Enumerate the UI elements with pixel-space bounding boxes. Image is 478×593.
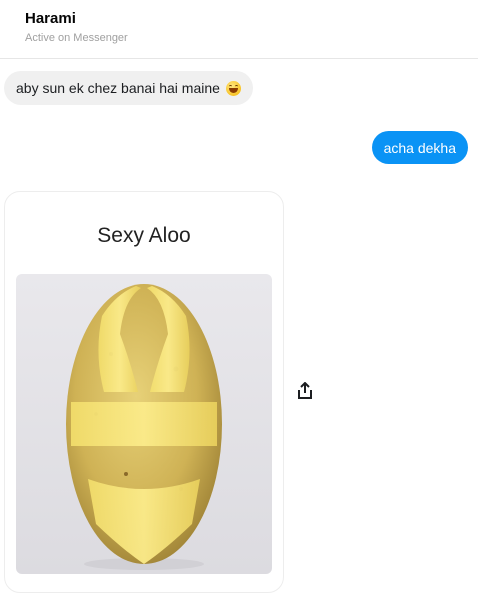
image-caption-title: Sexy Aloo — [97, 224, 191, 247]
conversation-header: Harami Active on Messenger — [0, 0, 478, 59]
contact-status: Active on Messenger — [25, 32, 128, 44]
potato-illustration — [66, 284, 222, 570]
message-text: acha dekha — [383, 139, 456, 156]
outgoing-message-bubble[interactable]: acha dekha — [371, 131, 468, 164]
share-icon — [298, 382, 312, 399]
shared-image-message[interactable]: Sexy Aloo — [4, 191, 284, 593]
contact-name[interactable]: Harami — [25, 10, 76, 27]
incoming-message-bubble[interactable]: aby sun ek chez banai hai maine — [4, 71, 253, 105]
share-button[interactable] — [294, 380, 316, 402]
smiling-face-emoji-icon — [225, 80, 241, 96]
potato-bikini-photo[interactable] — [16, 274, 272, 574]
message-text: aby sun ek chez banai hai maine — [16, 80, 220, 96]
